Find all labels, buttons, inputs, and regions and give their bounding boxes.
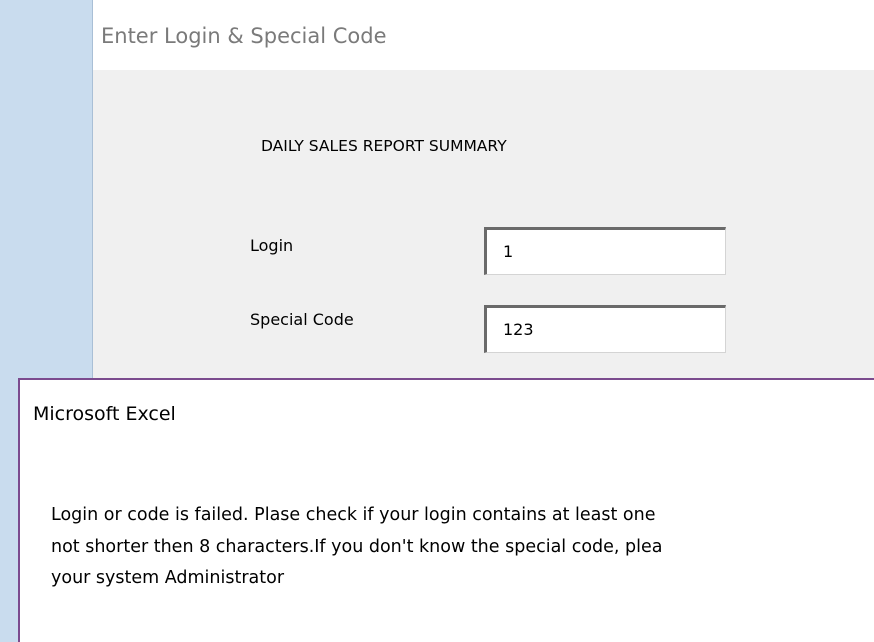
message-line: Login or code is failed. Plase check if … xyxy=(51,505,656,525)
userform-titlebar[interactable]: Enter Login & Special Code xyxy=(93,0,874,70)
message-line: not shorter then 8 characters.If you don… xyxy=(51,536,663,557)
userform-title: Enter Login & Special Code xyxy=(101,24,387,48)
screen: Enter Login & Special Code DAILY SALES R… xyxy=(0,0,874,642)
login-label: Login xyxy=(250,236,294,255)
special-code-input[interactable]: 123 xyxy=(484,305,726,353)
special-code-label: Special Code xyxy=(250,310,354,329)
login-input[interactable]: 1 xyxy=(484,227,726,275)
message-box-title: Microsoft Excel xyxy=(33,403,176,425)
message-box-text: Login or code is failed. Plase check if … xyxy=(51,500,874,595)
excel-message-box: Microsoft Excel Login or code is failed.… xyxy=(18,378,874,642)
message-line: your system Administrator xyxy=(51,568,285,588)
report-heading: DAILY SALES REPORT SUMMARY xyxy=(261,137,507,155)
